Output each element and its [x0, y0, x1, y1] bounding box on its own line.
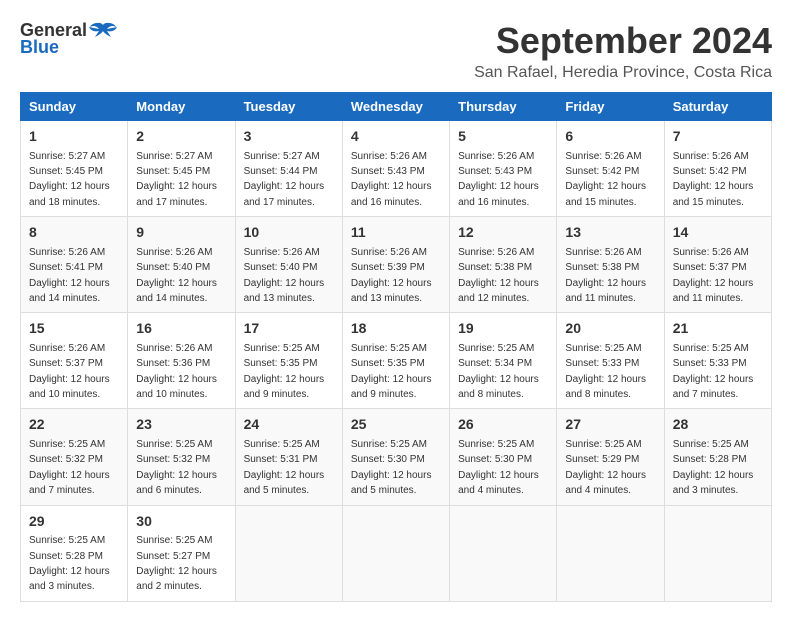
table-row: 11Sunrise: 5:26 AMSunset: 5:39 PMDayligh…: [342, 217, 449, 313]
table-row: 22Sunrise: 5:25 AMSunset: 5:32 PMDayligh…: [21, 409, 128, 505]
table-row: 19Sunrise: 5:25 AMSunset: 5:34 PMDayligh…: [450, 313, 557, 409]
page-header: General Blue September 2024 San Rafael, …: [20, 20, 772, 82]
table-row: 3Sunrise: 5:27 AMSunset: 5:44 PMDaylight…: [235, 121, 342, 217]
table-row: 18Sunrise: 5:25 AMSunset: 5:35 PMDayligh…: [342, 313, 449, 409]
col-saturday: Saturday: [664, 93, 771, 121]
logo-bird-icon: [89, 21, 117, 41]
logo-blue-text: Blue: [20, 37, 59, 58]
col-wednesday: Wednesday: [342, 93, 449, 121]
table-row: 1Sunrise: 5:27 AMSunset: 5:45 PMDaylight…: [21, 121, 128, 217]
col-sunday: Sunday: [21, 93, 128, 121]
table-row: [557, 505, 664, 601]
table-row: [450, 505, 557, 601]
table-row: 29Sunrise: 5:25 AMSunset: 5:28 PMDayligh…: [21, 505, 128, 601]
table-row: 8Sunrise: 5:26 AMSunset: 5:41 PMDaylight…: [21, 217, 128, 313]
calendar-subtitle: San Rafael, Heredia Province, Costa Rica: [474, 64, 772, 82]
table-row: 9Sunrise: 5:26 AMSunset: 5:40 PMDaylight…: [128, 217, 235, 313]
table-row: 20Sunrise: 5:25 AMSunset: 5:33 PMDayligh…: [557, 313, 664, 409]
calendar-header-row: Sunday Monday Tuesday Wednesday Thursday…: [21, 93, 772, 121]
col-tuesday: Tuesday: [235, 93, 342, 121]
table-row: 17Sunrise: 5:25 AMSunset: 5:35 PMDayligh…: [235, 313, 342, 409]
table-row: 5Sunrise: 5:26 AMSunset: 5:43 PMDaylight…: [450, 121, 557, 217]
table-row: 24Sunrise: 5:25 AMSunset: 5:31 PMDayligh…: [235, 409, 342, 505]
table-row: 15Sunrise: 5:26 AMSunset: 5:37 PMDayligh…: [21, 313, 128, 409]
table-row: 25Sunrise: 5:25 AMSunset: 5:30 PMDayligh…: [342, 409, 449, 505]
table-row: 30Sunrise: 5:25 AMSunset: 5:27 PMDayligh…: [128, 505, 235, 601]
table-row: 26Sunrise: 5:25 AMSunset: 5:30 PMDayligh…: [450, 409, 557, 505]
col-monday: Monday: [128, 93, 235, 121]
table-row: 4Sunrise: 5:26 AMSunset: 5:43 PMDaylight…: [342, 121, 449, 217]
table-row: 23Sunrise: 5:25 AMSunset: 5:32 PMDayligh…: [128, 409, 235, 505]
col-friday: Friday: [557, 93, 664, 121]
table-row: 12Sunrise: 5:26 AMSunset: 5:38 PMDayligh…: [450, 217, 557, 313]
table-row: 21Sunrise: 5:25 AMSunset: 5:33 PMDayligh…: [664, 313, 771, 409]
table-row: 10Sunrise: 5:26 AMSunset: 5:40 PMDayligh…: [235, 217, 342, 313]
table-row: 7Sunrise: 5:26 AMSunset: 5:42 PMDaylight…: [664, 121, 771, 217]
table-row: [235, 505, 342, 601]
col-thursday: Thursday: [450, 93, 557, 121]
table-row: 28Sunrise: 5:25 AMSunset: 5:28 PMDayligh…: [664, 409, 771, 505]
calendar-title: September 2024: [474, 20, 772, 62]
table-row: 27Sunrise: 5:25 AMSunset: 5:29 PMDayligh…: [557, 409, 664, 505]
table-row: [342, 505, 449, 601]
table-row: 16Sunrise: 5:26 AMSunset: 5:36 PMDayligh…: [128, 313, 235, 409]
table-row: 2Sunrise: 5:27 AMSunset: 5:45 PMDaylight…: [128, 121, 235, 217]
logo: General Blue: [20, 20, 117, 58]
table-row: 14Sunrise: 5:26 AMSunset: 5:37 PMDayligh…: [664, 217, 771, 313]
table-row: 13Sunrise: 5:26 AMSunset: 5:38 PMDayligh…: [557, 217, 664, 313]
table-row: [664, 505, 771, 601]
table-row: 6Sunrise: 5:26 AMSunset: 5:42 PMDaylight…: [557, 121, 664, 217]
calendar-table: Sunday Monday Tuesday Wednesday Thursday…: [20, 92, 772, 602]
title-section: September 2024 San Rafael, Heredia Provi…: [474, 20, 772, 82]
